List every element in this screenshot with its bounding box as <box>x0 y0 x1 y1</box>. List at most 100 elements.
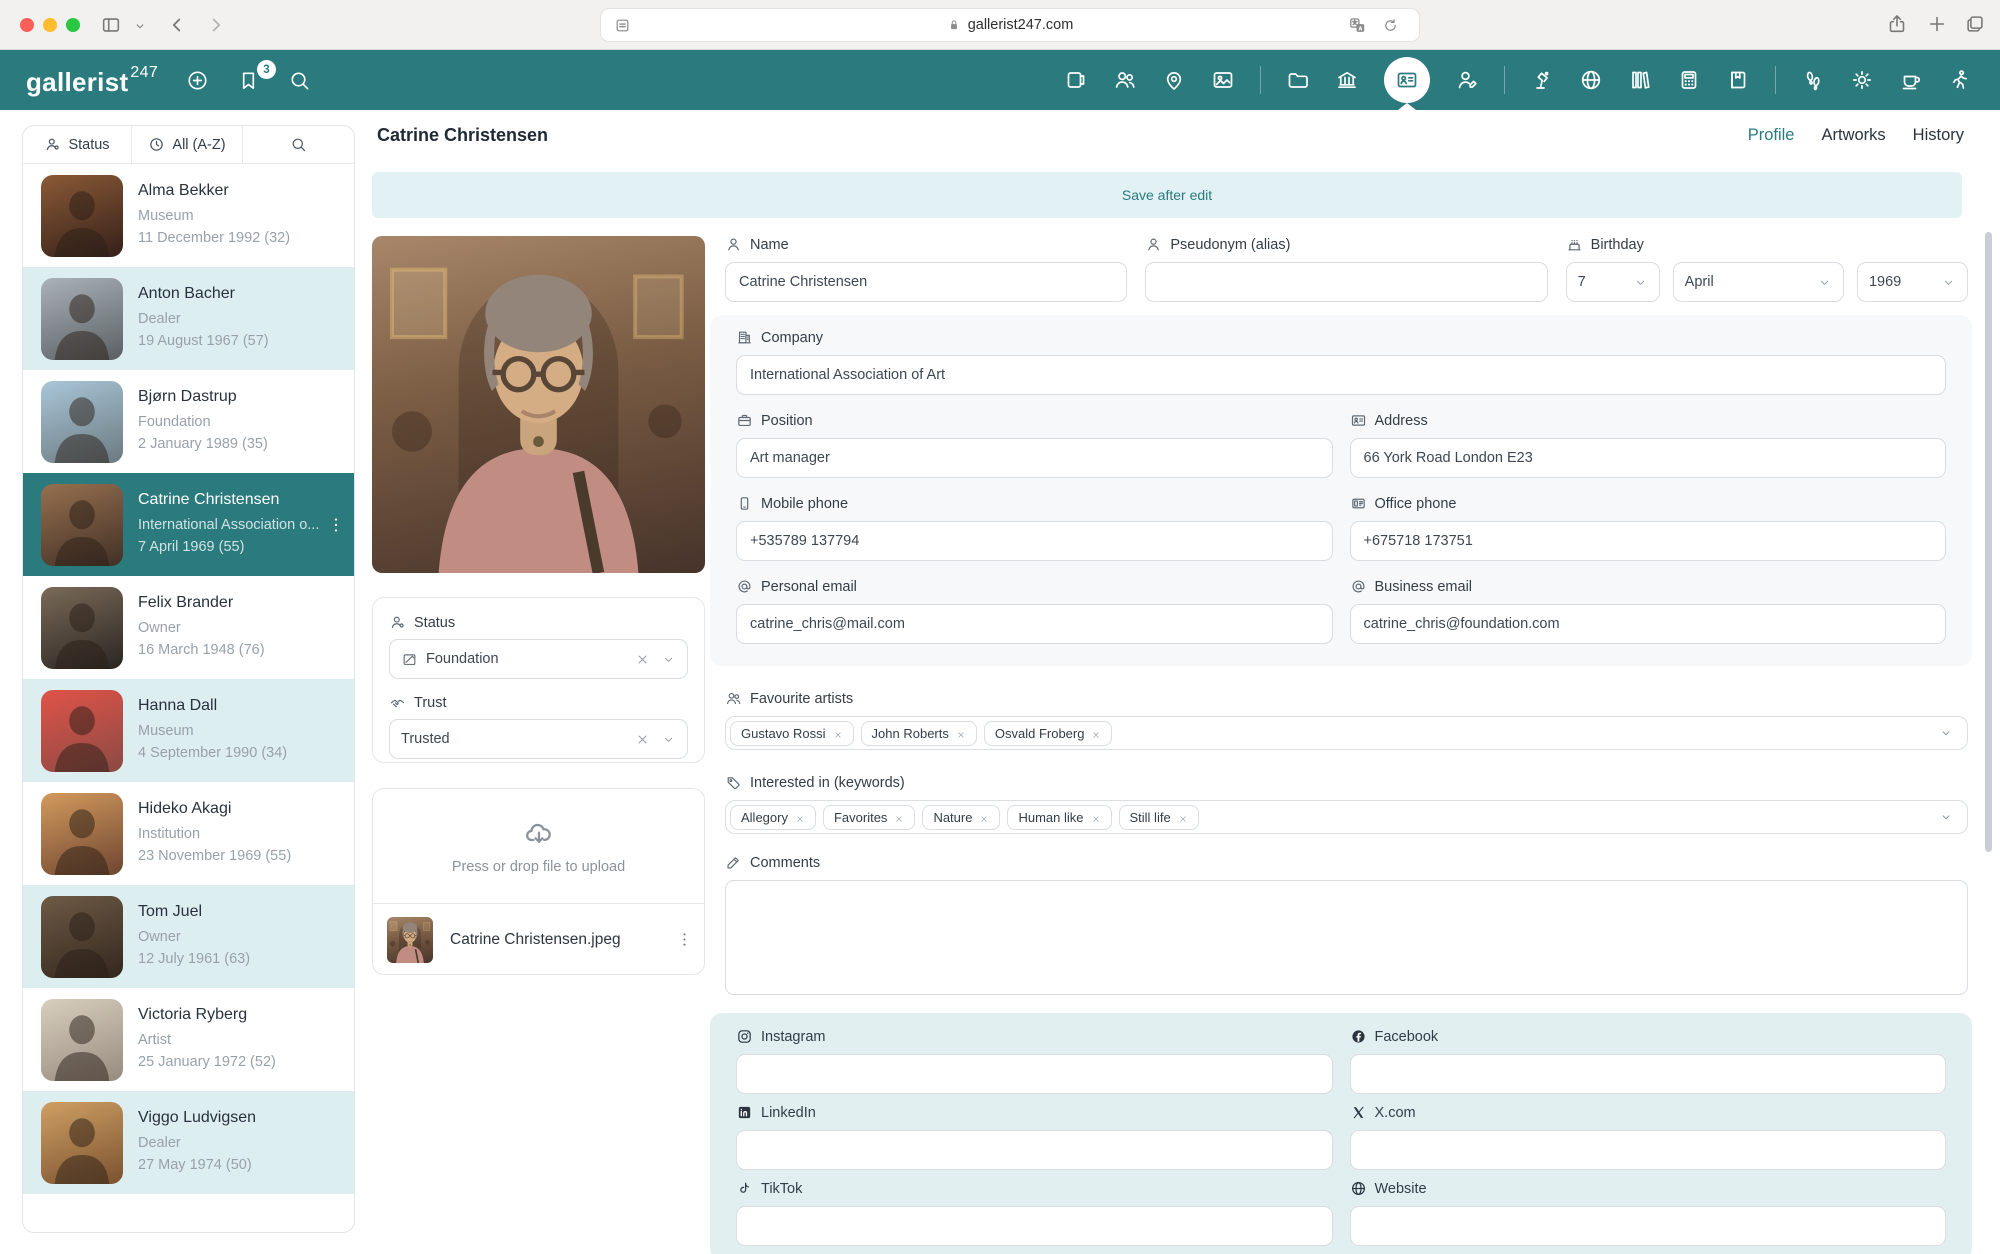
app-logo[interactable]: gallerist247 <box>26 64 158 98</box>
birthday-month-select[interactable]: April <box>1673 262 1844 302</box>
contact-list-item[interactable]: Anton Bacher Dealer 19 August 1967 (57) <box>23 267 354 370</box>
save-after-edit-button[interactable]: Save after edit <box>372 172 1962 218</box>
contact-list-item[interactable]: Tom Juel Owner 12 July 1961 (63) <box>23 885 354 988</box>
browser-sidebar-icon[interactable] <box>100 14 122 36</box>
zoom-window-button[interactable] <box>66 18 80 32</box>
social-linkedin-input[interactable] <box>736 1130 1333 1170</box>
nav-books-icon[interactable] <box>1628 68 1652 92</box>
browser-forward-icon[interactable] <box>205 14 227 36</box>
nav-active-item[interactable] <box>1384 57 1430 103</box>
personal-email-field[interactable] <box>736 604 1333 644</box>
social-xcom-input[interactable] <box>1350 1130 1947 1170</box>
tag-remove-icon[interactable] <box>833 728 843 738</box>
tag-remove-icon[interactable] <box>1178 812 1188 822</box>
global-search-icon[interactable] <box>288 69 311 92</box>
nav-coffee-cup-icon[interactable] <box>1899 68 1923 92</box>
status-chevron-icon[interactable] <box>661 652 676 667</box>
nav-journal-icon[interactable] <box>1726 68 1750 92</box>
browser-back-icon[interactable] <box>166 14 188 36</box>
address-bar[interactable]: gallerist247.com <box>600 8 1420 42</box>
tag-remove-icon[interactable] <box>1091 728 1101 738</box>
social-facebook-input[interactable] <box>1350 1054 1947 1094</box>
trust-value: Trusted <box>401 731 450 747</box>
nav-footprints-icon[interactable] <box>1801 68 1825 92</box>
name-field[interactable] <box>725 262 1127 302</box>
chevron-down-icon[interactable] <box>1939 810 1953 824</box>
contact-list-item[interactable]: Bjørn Dastrup Foundation 2 January 1989 … <box>23 370 354 473</box>
tag-remove-icon[interactable] <box>956 728 966 738</box>
position-field[interactable] <box>736 438 1333 478</box>
business-email-field[interactable] <box>1350 604 1947 644</box>
add-record-icon[interactable] <box>186 69 209 92</box>
tag-remove-icon[interactable] <box>1091 812 1101 822</box>
status-clear-icon[interactable] <box>635 652 650 667</box>
contact-list-item[interactable]: Hideko Akagi Institution 23 November 196… <box>23 782 354 885</box>
reader-view-icon[interactable] <box>614 17 631 34</box>
contact-list-item[interactable]: Viggo Ludvigsen Dealer 27 May 1974 (50) <box>23 1091 354 1194</box>
scrollbar-thumb[interactable] <box>1985 232 1992 852</box>
contact-photo <box>372 236 705 573</box>
nav-gear-icon[interactable] <box>1850 68 1874 92</box>
trust-clear-icon[interactable] <box>635 732 650 747</box>
tag-remove-icon[interactable] <box>795 812 805 822</box>
keywords-select[interactable]: Allegory Favorites Nature Human like Sti… <box>725 800 1968 834</box>
social-field-tiktok: TikTok <box>736 1180 1333 1246</box>
contact-list-item[interactable]: Catrine Christensen International Associ… <box>23 473 354 576</box>
pseudonym-field[interactable] <box>1145 262 1547 302</box>
comments-field[interactable] <box>725 880 1968 995</box>
favourite-artists-select[interactable]: Gustavo Rossi John Roberts Osvald Frober… <box>725 716 1968 750</box>
nav-museum-icon[interactable] <box>1335 68 1359 92</box>
share-icon[interactable] <box>1886 13 1908 35</box>
contact-list-item[interactable]: Felix Brander Owner 16 March 1948 (76) <box>23 576 354 679</box>
nav-users-icon[interactable] <box>1113 68 1137 92</box>
nav-globe-icon[interactable] <box>1579 68 1603 92</box>
address-field[interactable] <box>1350 438 1947 478</box>
tag-remove-icon[interactable] <box>979 812 989 822</box>
contacts-search-button[interactable] <box>243 126 354 163</box>
minimize-window-button[interactable] <box>43 18 57 32</box>
tab-group-chevron-icon[interactable] <box>133 19 147 33</box>
nav-desk-lamp-icon[interactable] <box>1530 68 1554 92</box>
file-menu-icon[interactable] <box>675 930 694 949</box>
uploaded-file-row[interactable]: Catrine Christensen.jpeg <box>373 904 704 975</box>
birthday-day-select[interactable]: 7 <box>1566 262 1660 302</box>
translate-icon[interactable] <box>1348 16 1367 35</box>
social-instagram-input[interactable] <box>736 1054 1333 1094</box>
social-globe-input[interactable] <box>1350 1206 1947 1246</box>
office-phone-field[interactable] <box>1350 521 1947 561</box>
filter-sort-button[interactable]: All (A-Z) <box>132 126 243 163</box>
new-tab-icon[interactable] <box>1926 13 1948 35</box>
company-field[interactable] <box>736 355 1946 395</box>
nav-map-pin-icon[interactable] <box>1162 68 1186 92</box>
nav-walk-exit-icon[interactable] <box>1948 68 1972 92</box>
nav-contact-card-icon[interactable] <box>1395 68 1419 92</box>
contact-list-item[interactable]: Alma Bekker Museum 11 December 1992 (32) <box>23 164 354 267</box>
filter-status-button[interactable]: Status <box>23 126 132 163</box>
tab-artworks[interactable]: Artworks <box>1821 126 1885 145</box>
birthday-year-select[interactable]: 1969 <box>1857 262 1968 302</box>
contact-list-item[interactable]: Hanna Dall Museum 4 September 1990 (34) <box>23 679 354 782</box>
contact-menu-icon[interactable] <box>326 515 346 535</box>
trust-chevron-icon[interactable] <box>661 732 676 747</box>
nav-calculator-icon[interactable] <box>1677 68 1701 92</box>
trust-select[interactable]: Trusted <box>389 719 688 759</box>
file-dropzone[interactable]: Press or drop file to upload <box>373 789 704 904</box>
office-phone-label: Office phone <box>1375 496 1457 512</box>
mobile-phone-field[interactable] <box>736 521 1333 561</box>
nav-user-tag-icon[interactable] <box>1455 68 1479 92</box>
close-window-button[interactable] <box>20 18 34 32</box>
reload-icon[interactable] <box>1382 17 1399 34</box>
status-select[interactable]: Foundation <box>389 639 688 679</box>
tab-overview-icon[interactable] <box>1964 13 1986 35</box>
contact-list-item[interactable]: Victoria Ryberg Artist 25 January 1972 (… <box>23 988 354 1091</box>
tab-profile[interactable]: Profile <box>1748 126 1795 145</box>
tab-history[interactable]: History <box>1913 126 1964 145</box>
nav-device-tablet-icon[interactable] <box>1064 68 1088 92</box>
tag-remove-icon[interactable] <box>894 812 904 822</box>
social-tiktok-input[interactable] <box>736 1206 1333 1246</box>
nav-image-icon[interactable] <box>1211 68 1235 92</box>
position-label: Position <box>761 413 813 429</box>
search-icon <box>290 136 307 153</box>
nav-folder-icon[interactable] <box>1286 68 1310 92</box>
chevron-down-icon[interactable] <box>1939 726 1953 740</box>
